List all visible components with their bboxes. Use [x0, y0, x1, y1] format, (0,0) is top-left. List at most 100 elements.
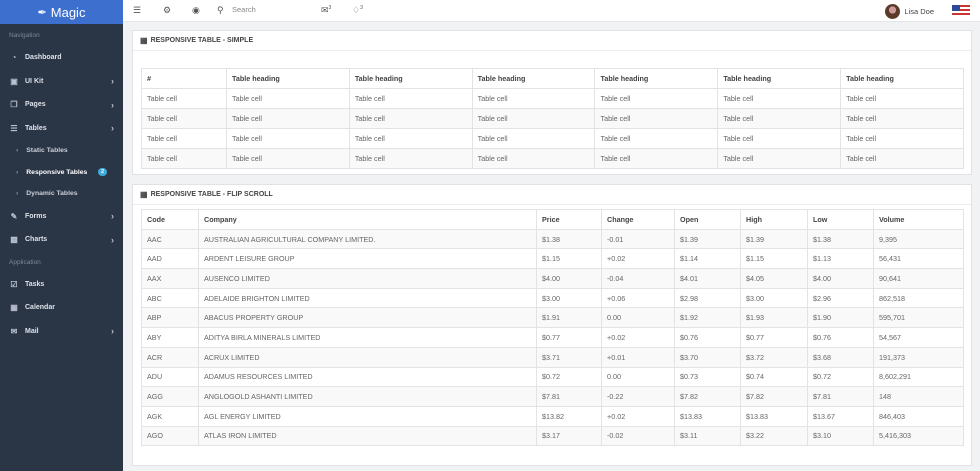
table-cell: 90,641 [873, 268, 964, 289]
sidebar-subitem-static-tables[interactable]: › Static Tables [0, 140, 123, 162]
table-cell: $1.14 [674, 248, 741, 270]
table-cell: $4.05 [740, 268, 808, 289]
table-cell: $0.72 [807, 366, 874, 388]
column-header: Low [807, 209, 874, 230]
table-cell: Table cell [226, 148, 350, 169]
table-cell: AAC [141, 228, 199, 250]
column-header: Volume [873, 209, 964, 230]
table-cell: $2.96 [807, 287, 874, 309]
table-cell: 0.00 [601, 307, 675, 329]
search-input[interactable] [232, 5, 302, 14]
sidebar-item-tasks[interactable]: ☑ Tasks [0, 273, 123, 297]
pencil-icon: ✎ [10, 211, 18, 221]
table-cell: $7.82 [740, 386, 808, 407]
sidebar-subitem-responsive-tables[interactable]: › Responsive Tables 2 [0, 162, 123, 184]
table-cell: 862,518 [873, 287, 964, 309]
panel-title: RESPONSIVE TABLE - FLIP SCROLL [150, 191, 273, 198]
sidebar-item-forms[interactable]: ✎ Forms › [0, 205, 123, 229]
table-cell: Table cell [141, 108, 227, 129]
table-cell: $3.71 [536, 346, 602, 368]
palette-icon[interactable]: ◉ [192, 5, 200, 16]
table-row: AGK AGL ENERGY LIMITED $13.82 +0.02 $13.83 $1… [141, 405, 964, 427]
table-cell: $7.81 [807, 386, 874, 407]
table-icon: ☰ [10, 123, 18, 133]
pages-icon: ❐ [10, 100, 18, 110]
sidebar-item-dashboard[interactable]: ◔ Dashboard [0, 46, 123, 70]
caret-right-icon: › [16, 168, 19, 176]
sidebar-subitem-dynamic-tables[interactable]: › Dynamic Tables [0, 183, 123, 205]
table-cell: $13.82 [536, 405, 602, 427]
chevron-right-icon: › [111, 76, 114, 87]
search-icon[interactable]: ⚲ [217, 5, 224, 16]
table-cell: $1.38 [807, 228, 874, 250]
table-cell: $3.17 [536, 425, 602, 447]
chevron-right-icon: › [111, 326, 114, 337]
column-header: Table heading [594, 68, 719, 89]
brand-name: Magic [50, 4, 86, 20]
column-header: Change [601, 209, 675, 230]
calendar-icon: ▦ [10, 303, 18, 313]
table-cell: ATLAS IRON LIMITED [198, 425, 537, 447]
table-cell: Table cell [840, 88, 964, 109]
panel-header: ▦ RESPONSIVE TABLE - FLIP SCROLL [133, 185, 971, 205]
sidebar-item-mail[interactable]: ✉ Mail › [0, 320, 123, 344]
column-header: Table heading [717, 68, 842, 89]
table-cell: 56,431 [873, 248, 964, 270]
table-cell: 595,701 [873, 307, 964, 329]
table-row: AAC AUSTRALIAN AGRICULTURAL COMPANY LIMIT… [141, 228, 964, 250]
table-cell: Table cell [717, 148, 842, 169]
column-header: # [141, 68, 227, 89]
table-cell: Table cell [840, 128, 964, 149]
sidebar-item-ui-kit[interactable]: ▣ UI Kit › [0, 70, 123, 94]
table-cell: Table cell [226, 108, 350, 129]
table-cell: 191,373 [873, 346, 964, 368]
bell-icon[interactable]: ♢3 [352, 5, 363, 16]
table-row: Table cell Table cell Table cell Table cell… [141, 108, 964, 129]
table-cell: ARDENT LEISURE GROUP [198, 248, 537, 270]
mail-notification-icon[interactable]: ✉3 [321, 5, 331, 16]
menu-icon[interactable]: ☰ [133, 5, 141, 16]
table-cell: $3.00 [740, 287, 808, 309]
table-cell: ADAMUS RESOURCES LIMITED [198, 366, 537, 388]
dashboard-icon: ◔ [11, 53, 17, 63]
column-header: Table heading [840, 68, 964, 89]
brand-logo[interactable]: ✒ Magic [0, 0, 123, 24]
table-cell: AUSENCO LIMITED [198, 268, 537, 289]
table-cell: AGL ENERGY LIMITED [198, 405, 537, 427]
sidebar-item-label: UI Kit [25, 77, 44, 85]
table-cell: Table cell [471, 148, 596, 169]
table-cell: ANGLOGOLD ASHANTI LIMITED [198, 386, 537, 407]
table-cell: $1.91 [536, 307, 602, 329]
gear-icon[interactable]: ⚙ [163, 5, 171, 16]
chevron-right-icon: › [111, 99, 114, 110]
table-cell: Table cell [840, 148, 964, 169]
table-cell: +0.02 [601, 248, 675, 270]
table-cell: ADELAIDE BRIGHTON LIMITED [198, 287, 537, 309]
table-row: Table cell Table cell Table cell Table cell… [141, 148, 964, 169]
user-menu[interactable]: Lisa Doe [885, 4, 934, 19]
sidebar-item-label: Dashboard [25, 54, 62, 62]
sidebar-item-calendar[interactable]: ▦ Calendar [0, 296, 123, 320]
notification-count: 3 [360, 5, 363, 11]
sidebar-item-tables[interactable]: ☰ Tables › [0, 117, 123, 141]
table-cell: Table cell [141, 88, 227, 109]
sidebar-item-charts[interactable]: ▩ Charts › [0, 228, 123, 252]
table-cell: $0.77 [536, 327, 602, 348]
table-cell: $0.73 [674, 366, 741, 388]
sidebar-item-pages[interactable]: ❐ Pages › [0, 93, 123, 117]
table-cell: $7.81 [536, 386, 602, 407]
table-header-row: # Table heading Table heading Table heading… [141, 68, 964, 89]
table-cell: AUSTRALIAN AGRICULTURAL COMPANY LIMITED. [198, 228, 537, 250]
us-flag-icon[interactable] [952, 5, 970, 17]
chart-icon: ▩ [10, 235, 18, 245]
mail-count: 3 [328, 5, 332, 11]
table-cell: Table cell [348, 148, 473, 169]
panel-header: ▦ RESPONSIVE TABLE - SIMPLE [133, 31, 971, 51]
table-cell: Table cell [226, 88, 350, 109]
table-cell: 9,395 [873, 228, 964, 250]
table-cell: 846,403 [873, 405, 964, 427]
nav-section-label: Navigation [9, 31, 40, 39]
table-cell: AAD [141, 248, 199, 270]
table-cell: $13.67 [807, 405, 874, 427]
box-icon: ▣ [10, 76, 18, 86]
